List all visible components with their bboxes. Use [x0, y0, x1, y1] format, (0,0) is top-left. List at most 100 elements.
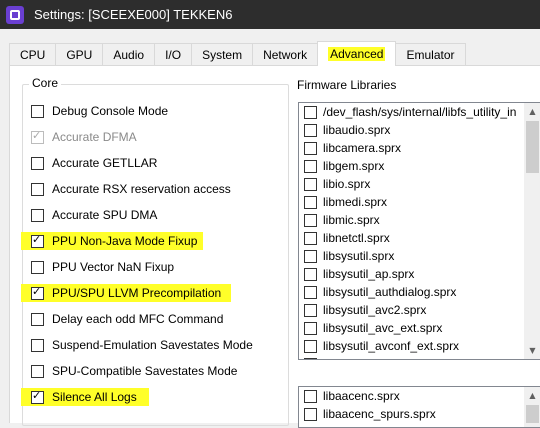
tab-cpu[interactable]: CPU	[9, 43, 57, 65]
firmware-libraries-label: Firmware Libraries	[297, 78, 397, 92]
scroll-thumb[interactable]	[526, 405, 539, 423]
firmware-library-item[interactable]: libsysutil_ap.sprx	[299, 265, 540, 283]
tab-i-o[interactable]: I/O	[154, 43, 193, 65]
checkbox[interactable]	[304, 321, 317, 335]
option-ppu-non-java-mode-fixup[interactable]: PPU Non-Java Mode Fixup	[21, 228, 253, 254]
checkbox[interactable]	[31, 285, 44, 300]
checkbox[interactable]	[31, 182, 44, 196]
option-label: PPU Non-Java Mode Fixup	[52, 234, 198, 248]
checkbox[interactable]	[304, 195, 317, 209]
tab-label: Audio	[113, 47, 145, 62]
title-bar: Settings: [SCEEXE000] TEKKEN6	[0, 0, 540, 29]
firmware-library-label: libsysutil_authdialog.sprx	[323, 285, 457, 299]
firmware-libraries-list[interactable]: /dev_flash/sys/internal/libfs_utility_in…	[298, 102, 540, 360]
scroll-down-icon[interactable]: ▼	[524, 342, 540, 359]
firmware-library-item[interactable]: libsysutil_avc_ext.sprx	[299, 319, 540, 337]
firmware-library-item[interactable]: libgem.sprx	[299, 157, 540, 175]
firmware-library-label: libcamera.sprx	[323, 141, 402, 155]
checkbox[interactable]	[304, 357, 317, 359]
checkbox[interactable]	[31, 338, 44, 352]
checkbox[interactable]	[31, 104, 44, 118]
firmware-library-label: libmedi.sprx	[323, 195, 388, 209]
tab-label: I/O	[165, 47, 182, 62]
option-label: Accurate RSX reservation access	[52, 182, 231, 196]
core-group: Core Debug Console Mode Accurate DFMA Accu…	[21, 76, 289, 426]
scroll-thumb[interactable]	[526, 121, 539, 173]
option-ppu-spu-llvm-precompilation[interactable]: PPU/SPU LLVM Precompilation	[21, 280, 253, 306]
tab-gpu[interactable]: GPU	[55, 43, 104, 65]
firmware-library-item[interactable]: libaacenc.sprx	[299, 387, 540, 405]
option-silence-all-logs[interactable]: Silence All Logs	[21, 384, 253, 410]
firmware-library-item[interactable]: libnetctl.sprx	[299, 229, 540, 247]
firmware-library-label: libsysutil_avc2.sprx	[323, 303, 427, 317]
checkbox[interactable]	[31, 156, 44, 170]
checkbox[interactable]	[31, 208, 44, 222]
checkbox[interactable]	[304, 159, 317, 173]
option-spu-compatible-savestates-mode[interactable]: SPU-Compatible Savestates Mode	[31, 358, 253, 384]
firmware-library-label: libgem.sprx	[323, 159, 385, 173]
checkbox[interactable]	[304, 123, 317, 137]
checkbox[interactable]	[304, 213, 317, 227]
firmware-library-item[interactable]: libaacenc_spurs.sprx	[299, 405, 540, 423]
firmware-library-item[interactable]: libsysutil_bgdl.sprx	[299, 355, 540, 359]
core-group-title: Core	[29, 76, 62, 90]
firmware-list-scrollbar[interactable]: ▲ ▼	[524, 103, 540, 359]
checkbox[interactable]	[304, 303, 317, 317]
firmware-library-item[interactable]: /dev_flash/sys/internal/libfs_utility_in	[299, 103, 540, 121]
tab-network[interactable]: Network	[252, 43, 319, 65]
firmware-library-item[interactable]: libmic.sprx	[299, 211, 540, 229]
firmware-library-label: libsysutil.sprx	[323, 249, 395, 263]
checkbox[interactable]	[31, 129, 44, 144]
firmware-list-2-scrollbar[interactable]: ▲	[524, 387, 540, 427]
option-label: Delay each odd MFC Command	[52, 312, 224, 326]
tab-label: GPU	[66, 47, 93, 62]
checkbox[interactable]	[304, 285, 317, 299]
option-ppu-vector-nan-fixup[interactable]: PPU Vector NaN Fixup	[31, 254, 253, 280]
option-label: SPU-Compatible Savestates Mode	[52, 364, 238, 378]
checkbox[interactable]	[304, 267, 317, 281]
firmware-library-label: libsysutil_bgdl.sprx	[323, 357, 424, 359]
firmware-library-item[interactable]: libmedi.sprx	[299, 193, 540, 211]
option-accurate-rsx-reservation-access[interactable]: Accurate RSX reservation access	[31, 176, 253, 202]
firmware-library-item[interactable]: libsysutil.sprx	[299, 247, 540, 265]
option-suspend-emulation-savestates-mode[interactable]: Suspend-Emulation Savestates Mode	[31, 332, 253, 358]
option-label: PPU Vector NaN Fixup	[52, 260, 175, 274]
tab-label: CPU	[20, 47, 46, 62]
checkbox[interactable]	[304, 105, 317, 119]
firmware-library-item[interactable]: libsysutil_avconf_ext.sprx	[299, 337, 540, 355]
scroll-up-icon[interactable]: ▲	[524, 387, 540, 404]
checkbox[interactable]	[304, 249, 317, 263]
checkbox[interactable]	[304, 389, 317, 403]
firmware-library-item[interactable]: libio.sprx	[299, 175, 540, 193]
checkbox[interactable]	[304, 141, 317, 155]
option-accurate-spu-dma[interactable]: Accurate SPU DMA	[31, 202, 253, 228]
checkbox[interactable]	[31, 389, 44, 404]
firmware-library-item[interactable]: libcamera.sprx	[299, 139, 540, 157]
firmware-library-label: libaacenc.sprx	[323, 389, 400, 403]
option-accurate-getllar[interactable]: Accurate GETLLAR	[31, 150, 253, 176]
firmware-library-item[interactable]: libsysutil_authdialog.sprx	[299, 283, 540, 301]
checkbox[interactable]	[31, 364, 44, 378]
tab-advanced[interactable]: Advanced	[317, 41, 397, 66]
tab-system[interactable]: System	[191, 43, 254, 65]
scroll-up-icon[interactable]: ▲	[524, 103, 540, 120]
checkbox[interactable]	[31, 260, 44, 274]
firmware-library-item[interactable]: libaudio.sprx	[299, 121, 540, 139]
tab-audio[interactable]: Audio	[102, 43, 156, 65]
firmware-library-item[interactable]: libsysutil_avc2.sprx	[299, 301, 540, 319]
option-debug-console-mode[interactable]: Debug Console Mode	[31, 98, 253, 124]
tab-emulator[interactable]: Emulator	[395, 43, 466, 65]
option-label: Silence All Logs	[52, 390, 137, 404]
firmware-library-label: libaudio.sprx	[323, 123, 391, 137]
checkbox[interactable]	[304, 231, 317, 245]
option-accurate-dfma[interactable]: Accurate DFMA	[31, 124, 253, 150]
checkbox[interactable]	[31, 312, 44, 326]
checkbox[interactable]	[31, 233, 44, 248]
checkbox[interactable]	[304, 177, 317, 191]
firmware-library-label: libsysutil_avc_ext.sprx	[323, 321, 443, 335]
checkbox[interactable]	[304, 339, 317, 353]
tab-label: System	[202, 47, 243, 62]
core-options-list: Debug Console Mode Accurate DFMA Accurate …	[21, 98, 253, 410]
checkbox[interactable]	[304, 407, 317, 421]
option-delay-each-odd-mfc-command[interactable]: Delay each odd MFC Command	[31, 306, 253, 332]
